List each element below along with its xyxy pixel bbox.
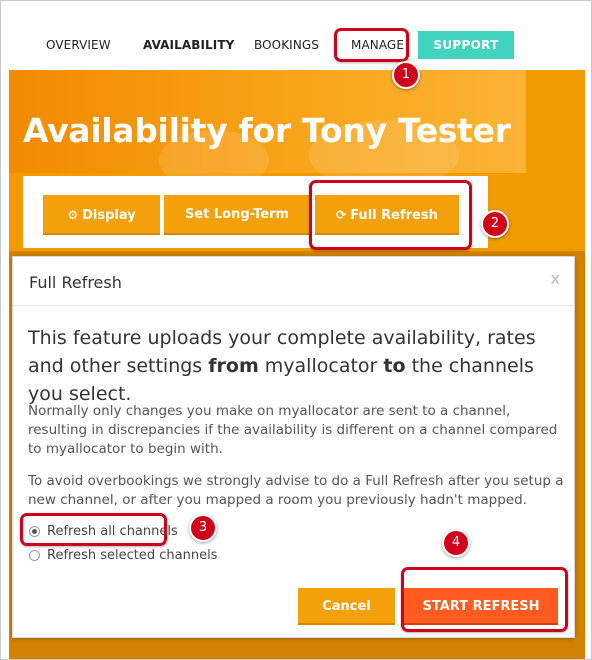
nav-overview[interactable]: OVERVIEW <box>46 38 111 52</box>
dialog-lead-text: This feature uploads your complete avail… <box>28 324 563 408</box>
close-icon[interactable]: x <box>551 269 560 288</box>
lead-text-from: from <box>208 355 259 377</box>
step-badge-4: 4 <box>442 529 470 557</box>
page-title: Availability for Tony Tester <box>23 111 511 150</box>
nav-bookings[interactable]: BOOKINGS <box>254 38 319 52</box>
option-label: Refresh selected channels <box>47 548 218 563</box>
radio-button[interactable] <box>29 550 40 561</box>
step-badge-3: 3 <box>189 514 217 542</box>
step-badge-2: 2 <box>481 210 509 238</box>
step-badge-1: 1 <box>392 61 420 89</box>
dialog-paragraph-1: Normally only changes you make on myallo… <box>28 403 558 457</box>
option-refresh-selected[interactable]: Refresh selected channels <box>29 548 217 566</box>
display-label: Display <box>82 208 136 223</box>
gear-icon: ⚙ <box>67 208 79 222</box>
dialog-paragraph-2: To avoid overbookings we strongly advise… <box>28 473 564 508</box>
highlight-manage <box>334 28 409 62</box>
screenshot-frame: OVERVIEW AVAILABILITY BOOKINGS MANAGE SU… <box>0 0 592 660</box>
highlight-refresh-all <box>20 513 167 546</box>
dialog-header: Full Refresh x <box>13 257 574 306</box>
highlight-start-refresh <box>401 567 568 632</box>
lead-text-to: to <box>383 355 406 377</box>
dialog-title: Full Refresh <box>29 273 122 292</box>
nav-availability[interactable]: AVAILABILITY <box>143 38 234 52</box>
cancel-button[interactable]: Cancel <box>298 588 395 625</box>
support-button[interactable]: SUPPORT <box>418 31 514 59</box>
set-long-term-button[interactable]: Set Long-Term <box>164 195 310 235</box>
display-button[interactable]: ⚙ Display <box>43 195 160 235</box>
lead-text-part: myallocator <box>258 355 384 377</box>
highlight-full-refresh <box>309 180 472 250</box>
